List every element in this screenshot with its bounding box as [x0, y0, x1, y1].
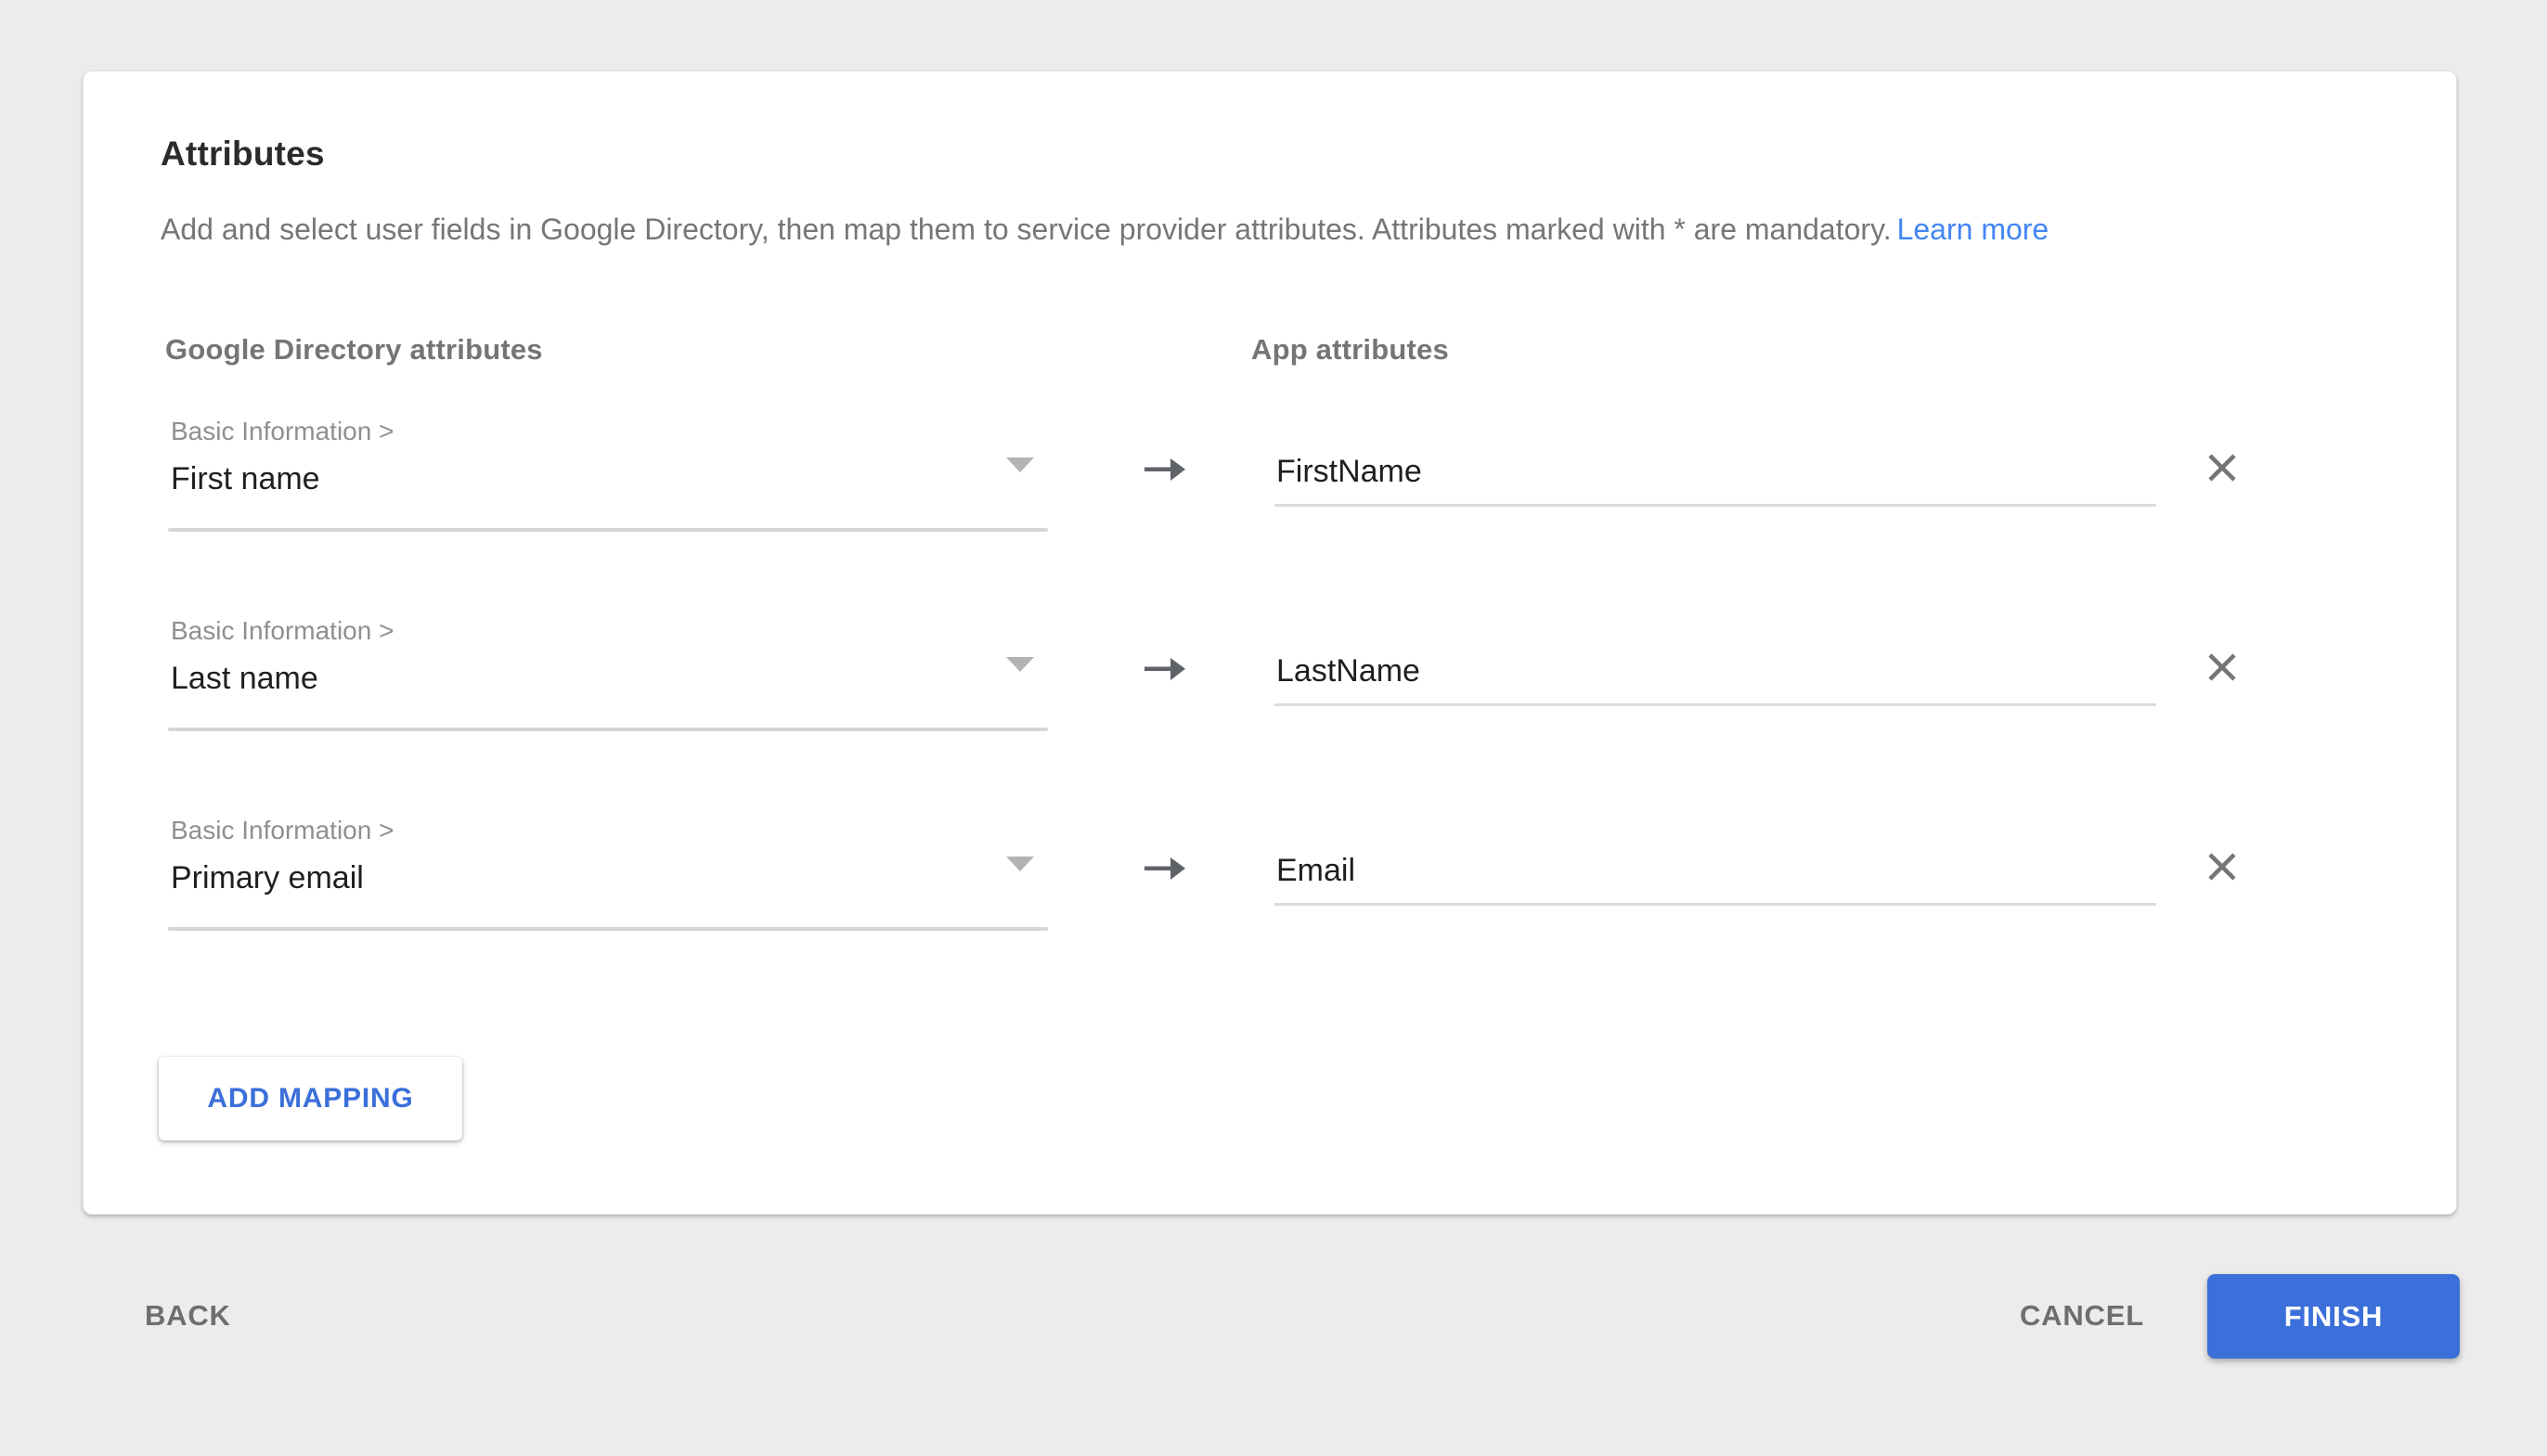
mapping-row: Basic Information > Primary email — [168, 816, 2377, 973]
close-icon — [2206, 851, 2238, 883]
dropdown-underline — [168, 728, 1048, 731]
dropdown-category-label: Basic Information > — [171, 616, 394, 646]
dropdown-category-label: Basic Information > — [171, 417, 394, 446]
column-header-app: App attributes — [1251, 333, 1449, 367]
remove-mapping-button[interactable] — [2204, 650, 2240, 685]
caret-down-icon — [1006, 657, 1034, 672]
back-button[interactable]: BACK — [145, 1299, 231, 1333]
add-mapping-button[interactable]: ADD MAPPING — [159, 1057, 462, 1140]
arrow-right-icon — [1144, 452, 1185, 487]
cancel-button[interactable]: CANCEL — [2020, 1299, 2144, 1333]
app-attribute-input[interactable] — [1276, 454, 2154, 490]
dropdown-selected-value: First name — [171, 461, 320, 497]
dropdown-underline — [168, 927, 1048, 931]
learn-more-link[interactable]: Learn more — [1897, 213, 2049, 246]
dropdown-underline — [168, 528, 1048, 532]
mapping-row: Basic Information > Last name — [168, 616, 2377, 774]
page-background: Attributes Add and select user fields in… — [0, 0, 2547, 1456]
arrow-right-icon — [1144, 851, 1185, 886]
close-icon — [2206, 651, 2238, 683]
app-attribute-field — [1274, 616, 2156, 709]
app-attribute-field — [1274, 816, 2156, 908]
dropdown-category-label: Basic Information > — [171, 816, 394, 845]
app-attribute-field — [1274, 417, 2156, 509]
input-underline — [1274, 903, 2156, 906]
input-underline — [1274, 504, 2156, 507]
app-attribute-input[interactable] — [1276, 653, 2154, 689]
close-icon — [2206, 452, 2238, 483]
caret-down-icon — [1006, 857, 1034, 871]
page-title: Attributes — [161, 135, 325, 174]
dropdown-selected-value: Last name — [171, 661, 318, 697]
google-attribute-dropdown[interactable]: Basic Information > Primary email — [168, 816, 1048, 936]
finish-button[interactable]: FINISH — [2207, 1274, 2460, 1359]
remove-mapping-button[interactable] — [2204, 849, 2240, 884]
dropdown-selected-value: Primary email — [171, 860, 364, 896]
description-body: Add and select user fields in Google Dir… — [161, 213, 1892, 246]
attributes-card: Attributes Add and select user fields in… — [83, 71, 2457, 1215]
mapping-row: Basic Information > First name — [168, 417, 2377, 574]
column-header-google-directory: Google Directory attributes — [165, 333, 543, 367]
remove-mapping-button[interactable] — [2204, 450, 2240, 485]
caret-down-icon — [1006, 457, 1034, 472]
input-underline — [1274, 703, 2156, 706]
description-text: Add and select user fields in Google Dir… — [161, 213, 2049, 247]
google-attribute-dropdown[interactable]: Basic Information > Last name — [168, 616, 1048, 737]
app-attribute-input[interactable] — [1276, 853, 2154, 889]
arrow-right-icon — [1144, 651, 1185, 687]
google-attribute-dropdown[interactable]: Basic Information > First name — [168, 417, 1048, 537]
